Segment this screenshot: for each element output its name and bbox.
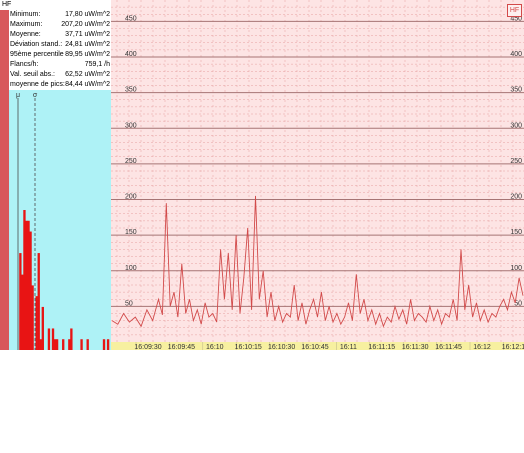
histogram-bar xyxy=(53,339,57,350)
y-tick-label-left: 50 xyxy=(125,300,133,307)
histogram-bar xyxy=(23,210,26,350)
y-tick-label-left: 250 xyxy=(125,158,137,165)
stat-marker-label: σ xyxy=(33,92,38,99)
y-tick-label-right: 300 xyxy=(510,122,522,129)
histogram-bar xyxy=(47,328,51,350)
level-bar xyxy=(0,10,9,350)
x-tick-label: 16:12 xyxy=(473,344,491,350)
stat-label: Flancs/h: xyxy=(10,61,39,68)
stat-label: Déviation stand.: xyxy=(10,41,63,48)
histogram-bar xyxy=(39,339,42,350)
y-tick-label-right: 250 xyxy=(510,158,522,165)
stat-row: Minimum: 17,80 uW/m^2 xyxy=(10,10,110,20)
stat-row: Flancs/h: 759,1 /h xyxy=(10,60,110,70)
histogram-bar xyxy=(51,328,55,350)
stat-value: 37,71 uW/m^2 xyxy=(65,31,110,38)
histogram-bar xyxy=(27,220,30,350)
x-tick-label: 16:10:30 xyxy=(268,344,295,350)
stat-row: Val. seuil abs.: 62,52 uW/m^2 xyxy=(10,70,110,80)
y-tick-label-left: 400 xyxy=(125,51,137,58)
histogram-bar xyxy=(29,231,32,350)
x-tick-label: 16:11:45 xyxy=(435,344,462,350)
stat-value: 89,95 uW/m^2 xyxy=(65,51,110,58)
stat-value: 84,44 uW/m^2 xyxy=(65,81,110,88)
histogram-bar xyxy=(37,253,40,350)
x-tick-label: 16:12:15 xyxy=(502,344,524,350)
y-tick-label-left: 100 xyxy=(125,265,137,272)
stat-value: 17,80 uW/m^2 xyxy=(65,11,110,18)
histogram-bar xyxy=(70,328,73,350)
stats-panel: HF Minimum: 17,80 uW/m^2 Maximum: 207,20 uW… xyxy=(0,0,112,350)
x-tick-label: 16:09:45 xyxy=(168,344,195,350)
stat-label: Moyenne: xyxy=(10,31,41,38)
y-tick-label-right: 400 xyxy=(510,51,522,58)
y-tick-label-left: 150 xyxy=(125,229,137,236)
stat-row: Moyenne: 37,71 uW/m^2 xyxy=(10,30,110,40)
histogram: μσ xyxy=(9,90,111,350)
stat-label: Minimum: xyxy=(10,11,41,18)
stat-label: 95ème percentile xyxy=(10,51,64,58)
stat-row: 95ème percentile 89,95 uW/m^2 xyxy=(10,50,110,60)
stat-label: Maximum: xyxy=(10,21,43,28)
stat-row: Déviation stand.: 24,81 uW/m^2 xyxy=(10,40,110,50)
y-tick-label-right: 150 xyxy=(510,229,522,236)
histogram-bar xyxy=(80,339,83,350)
y-tick-label-left: 300 xyxy=(125,122,137,129)
y-tick-label-right: 350 xyxy=(510,87,522,94)
stat-value: 62,52 uW/m^2 xyxy=(65,71,110,78)
stats-list: Minimum: 17,80 uW/m^2 Maximum: 207,20 uW/m^… xyxy=(10,10,110,90)
hf-analysis-view: HF Minimum: 17,80 uW/m^2 Maximum: 207,20 uW… xyxy=(0,0,524,350)
x-tick-label: 16:11 xyxy=(340,344,357,350)
x-tick-label: 16:11:30 xyxy=(402,344,429,350)
histogram-bar xyxy=(62,339,65,350)
histogram-bar xyxy=(25,220,28,350)
histogram-bar xyxy=(21,274,24,350)
x-tick-label: 16:10:15 xyxy=(235,344,262,350)
histogram-bar xyxy=(31,285,34,350)
histogram-bar xyxy=(19,253,22,350)
x-tick-label: 16:10 xyxy=(206,344,224,350)
histogram-bar xyxy=(68,339,71,350)
panel-title: HF xyxy=(2,1,12,8)
y-tick-label-right: 100 xyxy=(510,265,522,272)
stat-value: 207,20 uW/m^2 xyxy=(61,21,110,28)
stat-value: 759,1 /h xyxy=(84,61,110,68)
histogram-bar xyxy=(102,339,106,350)
x-tick-label: 16:11:15 xyxy=(368,344,395,350)
x-tick-label: 16:09:30 xyxy=(134,344,161,350)
y-tick-label-left: 350 xyxy=(125,87,137,94)
histogram-bar xyxy=(106,339,110,350)
stat-row: Maximum: 207,20 uW/m^2 xyxy=(10,20,110,30)
hf-badge[interactable]: HF xyxy=(507,4,522,17)
stat-label: Val. seuil abs.: xyxy=(10,71,56,78)
x-tick-label: 16:10:45 xyxy=(301,344,328,350)
stat-row: moyenne de pics: 84,44 uW/m^2 xyxy=(10,80,110,90)
histogram-svg: μσ xyxy=(16,92,110,350)
stat-marker-label: μ xyxy=(16,92,20,99)
stat-label: moyenne de pics: xyxy=(10,81,65,88)
chart-svg: 50 50100 100150 150200 200250 250300 300350 350… xyxy=(111,0,524,350)
histogram-bar xyxy=(35,296,38,350)
histogram-bar xyxy=(55,339,59,350)
y-tick-label-right: 200 xyxy=(510,194,522,201)
histogram-bar xyxy=(41,306,44,350)
histogram-bar xyxy=(86,339,89,350)
stat-value: 24,81 uW/m^2 xyxy=(65,41,110,48)
y-tick-label-left: 450 xyxy=(125,15,137,22)
hf-time-chart[interactable]: 50 50 100 100 150 150 200 200 250 250 300 300 350 350… xyxy=(111,0,524,350)
y-tick-label-left: 200 xyxy=(125,194,137,201)
